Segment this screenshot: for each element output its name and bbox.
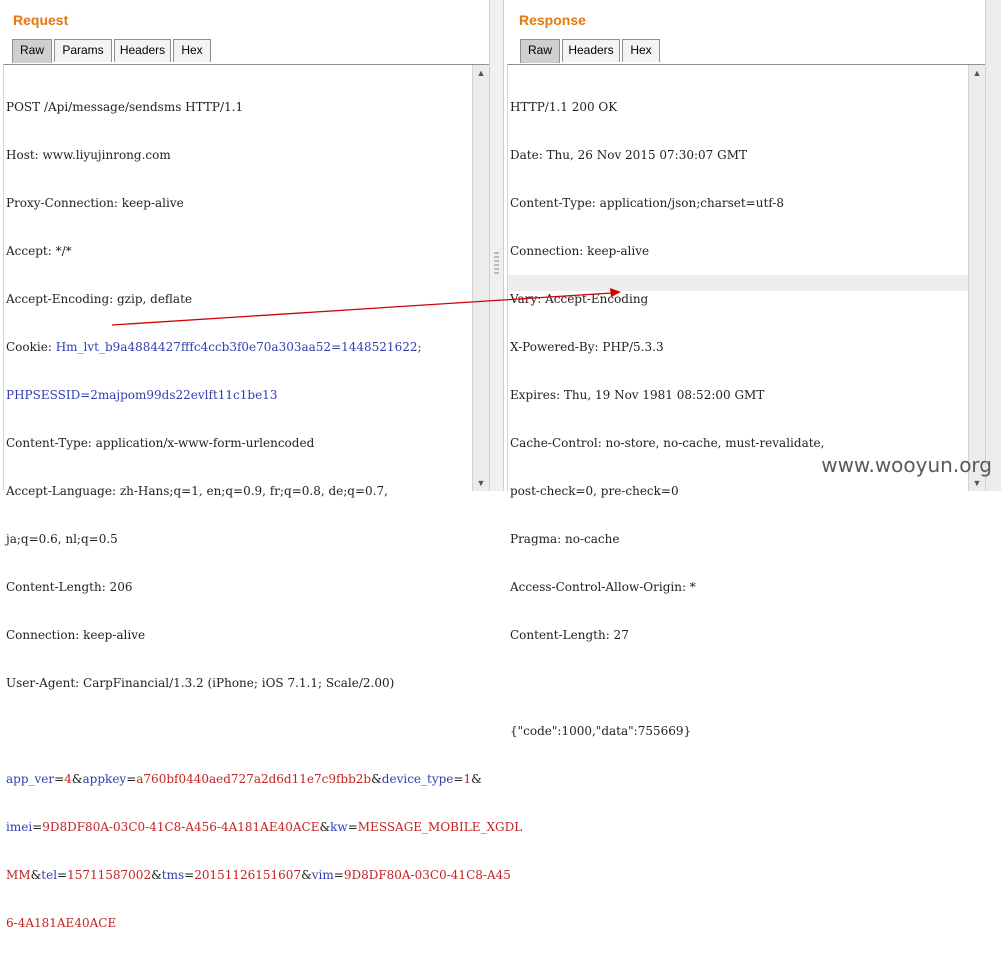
param-eq: = bbox=[57, 868, 68, 882]
response-title: Response bbox=[519, 12, 586, 28]
response-body: {"code":1000,"data":755669} bbox=[510, 724, 692, 738]
param-sep: & bbox=[71, 772, 83, 786]
pane-splitter[interactable] bbox=[489, 0, 504, 491]
param-sep: & bbox=[151, 868, 162, 882]
param-eq: = bbox=[184, 868, 195, 882]
param-sep: & bbox=[371, 772, 382, 786]
scroll-up-icon[interactable]: ▲ bbox=[473, 65, 489, 81]
request-line: Accept-Encoding: gzip, deflate bbox=[6, 292, 193, 306]
tab-hex[interactable]: Hex bbox=[173, 39, 211, 62]
param-value: 4 bbox=[64, 772, 72, 786]
param-key: app_ver bbox=[6, 772, 55, 786]
tab-hex[interactable]: Hex bbox=[622, 39, 660, 62]
request-line: Host: www.liyujinrong.com bbox=[6, 148, 171, 162]
watermark: www.wooyun.org bbox=[821, 453, 992, 477]
response-line: Cache-Control: no-store, no-cache, must-… bbox=[510, 436, 825, 450]
param-eq: = bbox=[126, 772, 137, 786]
param-eq: = bbox=[333, 868, 344, 882]
tab-raw[interactable]: Raw bbox=[520, 39, 560, 63]
cookie-line: Cookie: Hm_lvt_b9a4884427fffc4ccb3f0e70a… bbox=[6, 339, 469, 355]
scroll-up-icon[interactable]: ▲ bbox=[969, 65, 985, 81]
request-line: Content-Type: application/x-www-form-url… bbox=[6, 436, 315, 450]
request-title: Request bbox=[13, 12, 69, 28]
body-line: app_ver=4&appkey=a760bf0440aed727a2d6d11… bbox=[6, 771, 482, 787]
param-eq: = bbox=[54, 772, 65, 786]
param-key: kw bbox=[330, 820, 348, 834]
response-line: Date: Thu, 26 Nov 2015 07:30:07 GMT bbox=[510, 148, 747, 162]
response-line: Expires: Thu, 19 Nov 1981 08:52:00 GMT bbox=[510, 388, 765, 402]
param-value: 9D8DF80A-03C0-41C8-A45 bbox=[343, 868, 511, 882]
scroll-down-icon[interactable]: ▼ bbox=[473, 475, 489, 491]
request-editor[interactable]: POST /Api/message/sendsms HTTP/1.1 Host:… bbox=[3, 64, 522, 930]
response-line: HTTP/1.1 200 OK bbox=[510, 100, 618, 114]
tab-headers[interactable]: Headers bbox=[114, 39, 171, 62]
param-value: MM bbox=[6, 868, 31, 882]
param-eq: = bbox=[453, 772, 464, 786]
param-value: a760bf0440aed727a2d6d11e7c9fbb2b bbox=[136, 772, 372, 786]
response-scrollbar[interactable]: ▲ ▼ bbox=[968, 65, 985, 491]
param-eq: = bbox=[347, 820, 358, 834]
param-key: device_type bbox=[381, 772, 454, 786]
request-line: Accept: */* bbox=[6, 244, 72, 258]
request-line: Content-Length: 206 bbox=[6, 580, 133, 594]
param-sep: & bbox=[301, 868, 312, 882]
param-value: 1 bbox=[463, 772, 472, 786]
request-pane: Request Raw Params Headers Hex POST /Api… bbox=[0, 0, 522, 930]
cookie-phpsessid: PHPSESSID=2majpom99ds22evlft11c1be13 bbox=[6, 388, 278, 402]
request-line: ja;q=0.6, nl;q=0.5 bbox=[6, 532, 118, 546]
param-eq: = bbox=[32, 820, 43, 834]
window-edge-scrollbar[interactable] bbox=[985, 0, 1001, 491]
param-key: tms bbox=[161, 868, 185, 882]
cookie-label: Cookie: bbox=[6, 340, 56, 354]
splitter-grip-icon[interactable] bbox=[494, 252, 499, 274]
param-key: tel bbox=[41, 868, 58, 882]
response-line: Content-Length: 27 bbox=[510, 628, 629, 642]
param-key: appkey bbox=[82, 772, 127, 786]
param-value: MESSAGE_MOBILE_XGDL bbox=[357, 820, 523, 834]
tab-raw[interactable]: Raw bbox=[12, 39, 52, 63]
response-line: Access-Control-Allow-Origin: * bbox=[510, 580, 696, 594]
tab-headers[interactable]: Headers bbox=[562, 39, 620, 62]
response-line: Connection: keep-alive bbox=[510, 244, 650, 258]
request-line: POST /Api/message/sendsms HTTP/1.1 bbox=[6, 100, 244, 114]
param-value: 20151126151607 bbox=[194, 868, 302, 882]
param-sep: & bbox=[319, 820, 331, 834]
tab-params[interactable]: Params bbox=[54, 39, 112, 62]
body-line: MM&tel=15711587002&tms=20151126151607&vi… bbox=[6, 867, 511, 883]
response-editor[interactable]: HTTP/1.1 200 OK Date: Thu, 26 Nov 2015 0… bbox=[507, 64, 985, 738]
request-line: Connection: keep-alive bbox=[6, 628, 146, 642]
response-line: Vary: Accept-Encoding bbox=[510, 292, 649, 306]
param-key: vim bbox=[311, 868, 334, 882]
request-line: Proxy-Connection: keep-alive bbox=[6, 196, 184, 210]
response-line: Content-Type: application/json;charset=u… bbox=[510, 196, 784, 210]
response-line: X-Powered-By: PHP/5.3.3 bbox=[510, 340, 664, 354]
cookie-hm-lvt: Hm_lvt_b9a4884427fffc4ccb3f0e70a303aa52=… bbox=[55, 340, 422, 354]
response-text[interactable]: HTTP/1.1 200 OK Date: Thu, 26 Nov 2015 0… bbox=[510, 67, 965, 771]
param-sep: & bbox=[30, 868, 42, 882]
request-line: User-Agent: CarpFinancial/1.3.2 (iPhone;… bbox=[6, 676, 395, 690]
request-line: Accept-Language: zh-Hans;q=1, en;q=0.9, … bbox=[6, 484, 388, 498]
param-value: 9D8DF80A-03C0-41C8-A456-4A181AE40ACE bbox=[42, 820, 320, 834]
body-line: 6-4A181AE40ACE bbox=[6, 916, 117, 930]
request-scrollbar[interactable]: ▲ ▼ bbox=[472, 65, 489, 491]
scroll-down-icon[interactable]: ▼ bbox=[969, 475, 985, 491]
param-value: 15711587002 bbox=[67, 868, 152, 882]
param-sep: & bbox=[471, 772, 482, 786]
param-key: imei bbox=[6, 820, 33, 834]
response-pane: Response Raw Headers Hex HTTP/1.1 200 OK… bbox=[504, 0, 985, 738]
response-line: post-check=0, pre-check=0 bbox=[510, 484, 679, 498]
response-line: Pragma: no-cache bbox=[510, 532, 620, 546]
request-text[interactable]: POST /Api/message/sendsms HTTP/1.1 Host:… bbox=[6, 67, 522, 963]
body-line: imei=9D8DF80A-03C0-41C8-A456-4A181AE40AC… bbox=[6, 819, 522, 835]
